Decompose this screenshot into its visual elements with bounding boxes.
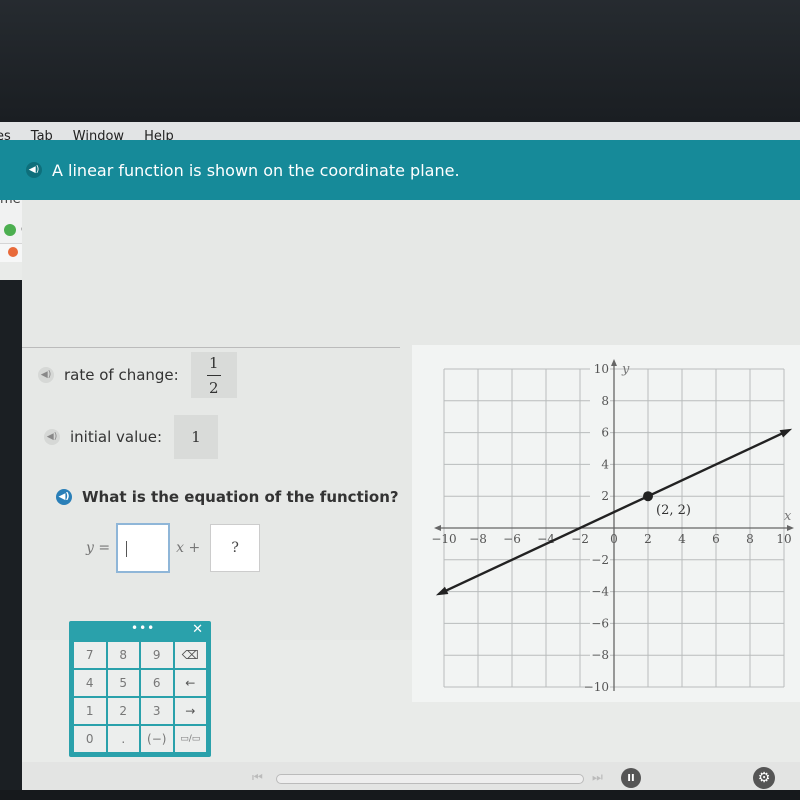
data-point (643, 491, 653, 502)
monitor-bezel-bottom (0, 790, 800, 800)
prompt-text: A linear function is shown on the coordi… (52, 160, 460, 180)
key-8[interactable]: 8 (107, 642, 139, 668)
pause-icon[interactable]: II (621, 768, 641, 788)
key-3[interactable]: 3 (141, 698, 173, 724)
y-tick-label: −2 (591, 553, 609, 567)
fraction-bar (206, 374, 221, 376)
equation-row: y = x + ? (86, 522, 261, 574)
key-decimal[interactable]: . (107, 726, 139, 752)
y-tick-label: 2 (601, 489, 609, 503)
y-tick-label: 8 (601, 394, 609, 408)
backspace-icon[interactable]: ⌫ (174, 642, 206, 668)
line-arrow-left-icon (435, 586, 449, 596)
question-text: What is the equation of the function? (82, 488, 399, 506)
graph-panel: −10 −8 −6 −4 −2 0 2 4 6 8 10 −10 −8 −6 −4 −2 2 4 6 8 10 x y (2,… (412, 345, 800, 702)
speaker-icon[interactable]: ◀) (38, 367, 54, 383)
x-axis-label: x (784, 509, 792, 524)
equation-lhs: y = (86, 540, 111, 556)
point-label: (2, 2) (656, 503, 691, 518)
key-6[interactable]: 6 (141, 670, 173, 696)
key-9[interactable]: 9 (141, 642, 173, 668)
drag-handle-icon[interactable]: ••• (131, 621, 155, 635)
slope-answer-input[interactable] (116, 523, 171, 573)
iready-logo-icon (8, 247, 18, 257)
arrow-right-icon[interactable]: → (174, 698, 206, 724)
number-keypad: ••• ✕ 7 8 9 ⌫ 4 5 6 ← 1 2 3 → 0 . (−) ▭/… (69, 621, 211, 757)
equation-x-term: x + (176, 540, 201, 556)
coordinate-plane: −10 −8 −6 −4 −2 0 2 4 6 8 10−10−8−6−4−2246810xy(2,… (431, 359, 794, 694)
keypad-keys: 7 8 9 ⌫ 4 5 6 ← 1 2 3 → 0 . (−) ▭/▭ (69, 639, 211, 755)
key-0[interactable]: 0 (74, 726, 106, 752)
x-tick-label: −6 (503, 532, 521, 546)
x-tick-label: −2 (571, 532, 589, 546)
y-tick-label: −10 (584, 680, 609, 694)
initial-value-row: ◀) initial value: 1 (44, 415, 219, 459)
y-tick-label: 4 (601, 457, 609, 471)
intercept-placeholder: ? (231, 540, 239, 556)
speaker-icon[interactable]: ◀) (44, 429, 60, 445)
rate-of-change-row: ◀) rate of change: 1 2 (38, 352, 237, 398)
key-7[interactable]: 7 (74, 642, 106, 668)
question-prompt: ◀) What is the equation of the function? (56, 488, 399, 506)
key-1[interactable]: 1 (74, 698, 106, 724)
settings-gear-icon[interactable]: ⚙ (753, 767, 775, 789)
key-negative[interactable]: (−) (141, 726, 173, 752)
skip-back-icon[interactable]: ⏮ (252, 770, 263, 785)
y-tick-label: 6 (601, 426, 609, 440)
x-axis-arrow-icon (434, 525, 441, 531)
rate-numerator: 1 (208, 353, 219, 372)
x-tick-label: 8 (746, 532, 754, 546)
x-axis-arrow-icon (787, 525, 794, 531)
keypad-header[interactable]: ••• ✕ (69, 621, 211, 639)
speaker-icon[interactable]: ◀) (26, 162, 42, 178)
x-tick-label: 6 (712, 532, 720, 546)
classdojo-icon (4, 223, 16, 236)
arrow-left-icon[interactable]: ← (174, 670, 206, 696)
initial-label: initial value: (70, 428, 163, 446)
speaker-icon[interactable]: ◀) (56, 489, 72, 505)
x-tick-label: 2 (644, 532, 652, 546)
progress-track[interactable] (276, 774, 584, 784)
x-tick-label: 0 (610, 532, 618, 546)
key-4[interactable]: 4 (74, 670, 106, 696)
y-tick-label: 10 (594, 362, 609, 376)
fraction-icon[interactable]: ▭/▭ (174, 726, 206, 752)
section-divider (22, 347, 400, 348)
y-axis-arrow-icon (611, 359, 617, 366)
rate-denominator: 2 (208, 378, 219, 397)
x-tick-label: −8 (469, 532, 487, 546)
close-icon[interactable]: ✕ (192, 622, 203, 637)
initial-value: 1 (174, 415, 219, 459)
y-tick-label: −4 (591, 585, 609, 599)
rate-label: rate of change: (64, 366, 179, 384)
intercept-answer-box[interactable]: ? (210, 524, 261, 572)
line-arrow-right-icon (779, 428, 793, 438)
text-caret (126, 541, 128, 557)
skip-forward-icon[interactable]: ⏭ (592, 770, 603, 785)
audio-player-bar: ⏮ ⏭ II ⚙ (0, 762, 800, 790)
monitor-bezel-top (0, 0, 800, 122)
x-tick-label: 4 (678, 532, 686, 546)
y-tick-label: −6 (591, 616, 609, 630)
rate-value: 1 2 (190, 352, 237, 398)
x-tick-label: −10 (431, 532, 456, 546)
prompt-banner: ◀) A linear function is shown on the coo… (0, 140, 800, 200)
y-tick-label: −8 (591, 648, 609, 662)
x-tick-label: 10 (776, 532, 791, 546)
key-5[interactable]: 5 (107, 670, 139, 696)
y-axis-label: y (621, 362, 630, 377)
key-2[interactable]: 2 (107, 698, 139, 724)
monitor-bezel-left (0, 280, 22, 800)
